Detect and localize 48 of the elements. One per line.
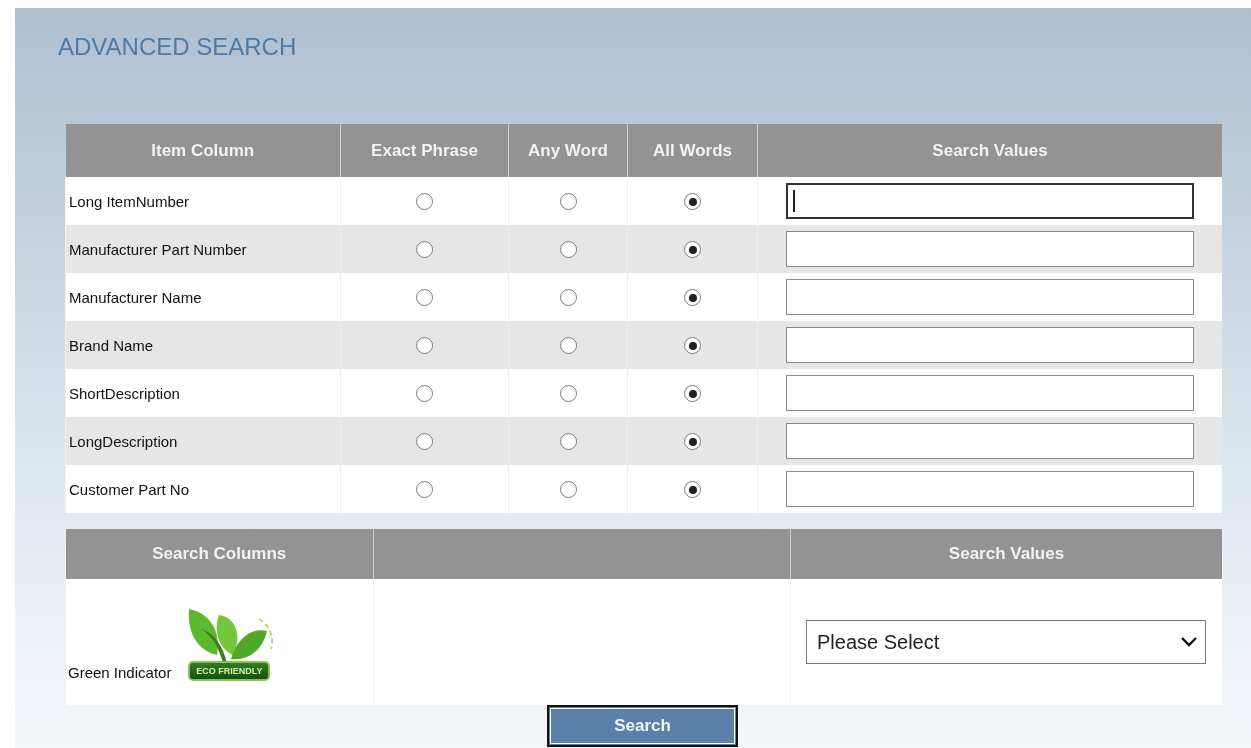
radio-button[interactable] <box>559 289 577 307</box>
radio-button[interactable] <box>559 433 577 451</box>
search-value-dropdown[interactable]: Please Select <box>806 620 1206 664</box>
eco-friendly-badge: ECO FRIENDLY <box>188 661 271 681</box>
radio-button[interactable] <box>559 337 577 355</box>
search-value-field[interactable] <box>786 231 1194 267</box>
column-header: Search Values <box>790 529 1222 579</box>
column-header: Search Values <box>757 124 1222 177</box>
radio-button[interactable] <box>559 385 577 403</box>
chevron-down-icon <box>1181 637 1197 647</box>
row-label: Customer Part No <box>65 465 341 513</box>
radio-button[interactable] <box>684 481 701 499</box>
row-label: Manufacturer Name <box>65 273 341 321</box>
radio-button[interactable] <box>684 241 701 259</box>
radio-button[interactable] <box>684 193 701 211</box>
column-header: All Words <box>627 124 758 177</box>
column-header: Any Word <box>508 124 628 177</box>
radio-button[interactable] <box>559 193 577 211</box>
row-label: Long ItemNumber <box>65 177 341 225</box>
radio-button[interactable] <box>416 481 433 499</box>
radio-button[interactable] <box>416 385 433 403</box>
row-label: Green Indicator <box>68 664 172 681</box>
row-label: Brand Name <box>65 321 341 369</box>
radio-button[interactable] <box>684 337 701 355</box>
radio-button[interactable] <box>559 241 577 259</box>
search-value-field[interactable] <box>786 327 1194 363</box>
search-value-field[interactable] <box>786 279 1194 315</box>
radio-button[interactable] <box>416 433 433 451</box>
radio-button[interactable] <box>416 337 433 355</box>
column-header: Exact Phrase <box>340 124 509 177</box>
row-label: Manufacturer Part Number <box>65 225 341 273</box>
row-label: ShortDescription <box>65 369 341 417</box>
search-value-field[interactable] <box>786 423 1194 459</box>
column-header: Item Column <box>65 124 341 177</box>
radio-button[interactable] <box>684 433 701 451</box>
radio-button[interactable] <box>559 481 577 499</box>
page-title: ADVANCED SEARCH <box>58 32 298 62</box>
radio-button[interactable] <box>416 289 433 307</box>
radio-button[interactable] <box>684 385 701 403</box>
radio-button[interactable] <box>684 289 701 307</box>
search-button[interactable]: Search <box>547 705 738 747</box>
radio-button[interactable] <box>416 193 433 211</box>
radio-button[interactable] <box>416 241 433 259</box>
search-value-field[interactable] <box>786 183 1194 219</box>
search-value-field[interactable] <box>786 471 1194 507</box>
column-header: Search Columns <box>65 529 374 579</box>
row-label: LongDescription <box>65 417 341 465</box>
search-value-field[interactable] <box>786 375 1194 411</box>
